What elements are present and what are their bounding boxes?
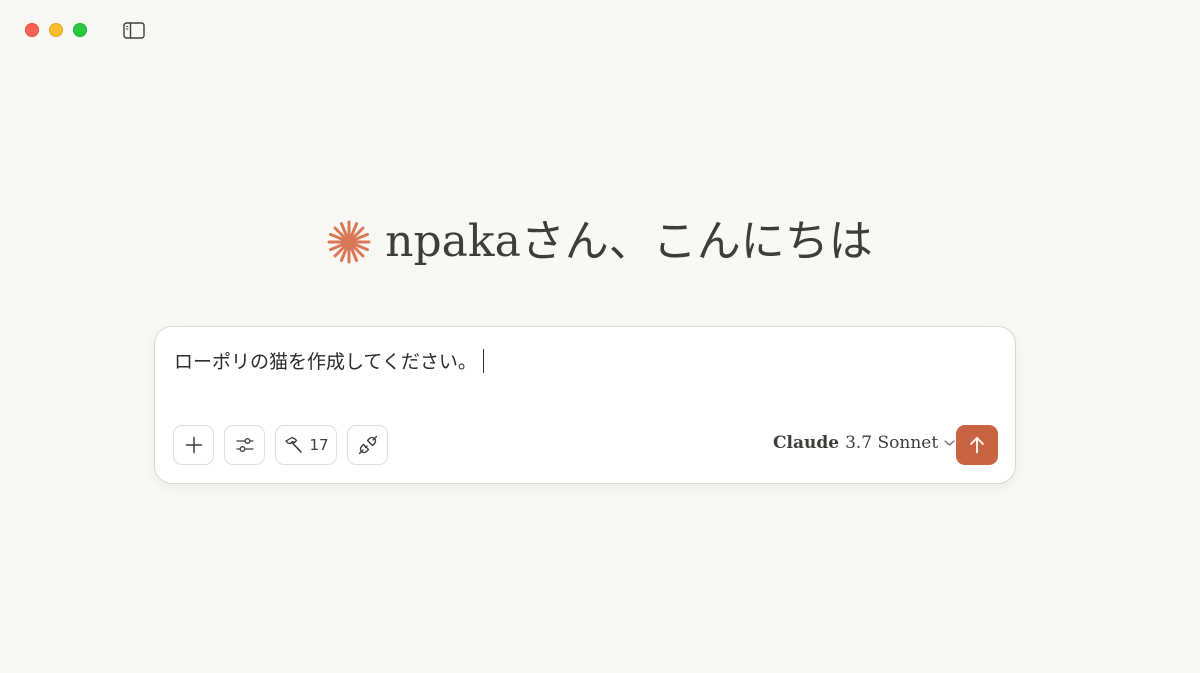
greeting: npakaさん、こんにちは [0, 212, 1200, 272]
claude-spark-icon [327, 220, 371, 264]
sidebar-toggle-button[interactable] [121, 20, 147, 40]
model-version: 3.7 Sonnet [845, 433, 939, 453]
model-name: Claude [773, 433, 840, 453]
sliders-icon [235, 438, 254, 452]
minimize-window-button[interactable] [49, 23, 63, 37]
tools-button[interactable]: 17 [275, 425, 337, 465]
send-button[interactable] [956, 425, 998, 465]
chevron-down-icon [944, 440, 955, 446]
options-button[interactable] [224, 425, 265, 465]
arrow-up-icon [970, 437, 984, 454]
tools-count: 17 [309, 436, 329, 454]
greeting-text: npakaさん、こんにちは [385, 216, 873, 267]
message-input-text: ローポリの猫を作成してください。 [174, 351, 477, 373]
text-caret [482, 348, 485, 373]
close-window-button[interactable] [25, 23, 39, 37]
add-attachment-button[interactable] [173, 425, 214, 465]
integrations-button[interactable] [347, 425, 388, 465]
sidebar-icon [123, 21, 145, 39]
plug-icon [358, 435, 377, 455]
model-selector[interactable]: Claude 3.7 Sonnet [773, 433, 955, 453]
message-composer: ローポリの猫を作成してください。 17 Claude 3.7 Sonnet [154, 326, 1016, 484]
window-controls [25, 23, 87, 37]
plus-icon [185, 436, 202, 454]
zoom-window-button[interactable] [73, 23, 87, 37]
message-input[interactable]: ローポリの猫を作成してください。 [174, 347, 485, 374]
hammer-icon [285, 436, 303, 453]
